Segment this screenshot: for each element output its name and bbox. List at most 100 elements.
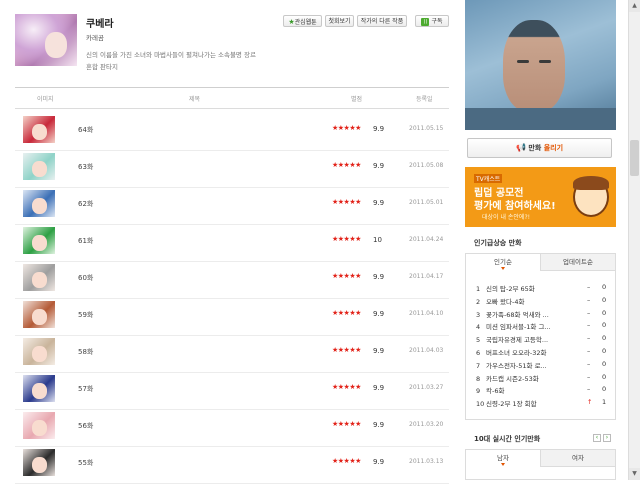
rating-stars: ★★★★★ <box>332 161 361 169</box>
list-item[interactable]: 2 오빠 왔다-4화 <box>476 296 524 306</box>
episode-title[interactable]: 61화 <box>78 236 93 246</box>
rating-stars: ★★★★★ <box>332 124 361 132</box>
table-row[interactable]: 60화 ★★★★★ 9.9 2011.04.17 <box>15 261 449 299</box>
rank-delta: 0 <box>602 347 607 355</box>
list-item[interactable]: 6 버프소녀 오오라-32화 <box>476 347 547 357</box>
rank-number: 10 <box>476 400 485 409</box>
table-row[interactable]: 62화 ★★★★★ 9.9 2011.05.01 <box>15 187 449 225</box>
banner-line-3: 대상이 내 손안에?! <box>482 214 531 221</box>
rising-panel: 인기순 업데이트순 1 신의 탑-2부 65화 – 0 2 오빠 왔다-4화 – 0 3 꽃가족-… <box>465 253 616 420</box>
first-episode-button[interactable]: 첫회보기 <box>325 15 354 27</box>
rank-number: 5 <box>476 336 481 345</box>
rank-title[interactable]: 신의 탑-2부 65화 <box>486 285 535 293</box>
rank-same-icon: – <box>587 385 591 394</box>
realtime-box-title: 10대 실시간 인기만화 <box>474 435 541 443</box>
scroll-thumb[interactable] <box>630 140 639 176</box>
comic-title: 쿠베라 <box>86 19 114 30</box>
advertisement-photo[interactable] <box>465 0 616 130</box>
tab-male[interactable]: 남자 <box>466 450 541 467</box>
rank-title[interactable]: 꽃가족-68화 억새와 ... <box>486 311 549 319</box>
episode-thumbnail[interactable] <box>23 153 55 180</box>
episode-thumbnail[interactable] <box>23 375 55 402</box>
rating-stars: ★★★★★ <box>332 198 361 206</box>
episode-table-header: 이미지 제목 별점 등록일 <box>15 87 449 109</box>
episode-title[interactable]: 62화 <box>78 199 93 209</box>
episode-thumbnail[interactable] <box>23 301 55 328</box>
episode-title[interactable]: 59화 <box>78 310 93 320</box>
episode-date: 2011.03.13 <box>409 458 444 465</box>
rank-delta: 0 <box>602 308 607 317</box>
episode-title[interactable]: 57화 <box>78 384 93 394</box>
contest-banner[interactable]: TV캐스트 립덥 공모전 평가에 참여하세요! 대상이 내 손안에?! <box>465 167 616 227</box>
next-arrow-icon[interactable]: › <box>603 434 611 442</box>
list-item[interactable]: 9 칵-6화 <box>476 385 504 395</box>
episode-title[interactable]: 60화 <box>78 273 93 283</box>
tab-popular[interactable]: 인기순 <box>466 254 541 271</box>
episode-thumbnail[interactable] <box>23 338 55 365</box>
rating-stars: ★★★★★ <box>332 309 361 317</box>
rank-title[interactable]: 가우스전자-51화 로... <box>486 362 547 370</box>
rank-title[interactable]: 버프소녀 오오라-32화 <box>486 349 547 357</box>
rank-same-icon: – <box>587 359 591 368</box>
rating-stars: ★★★★★ <box>332 420 361 428</box>
rank-title[interactable]: 신령-2부 1장 회합 <box>486 400 537 408</box>
other-works-button[interactable]: 작가의 다른 작품 <box>357 15 407 27</box>
rating-stars: ★★★★★ <box>332 235 361 243</box>
list-item[interactable]: 4 미션 임파서블-1화 그... <box>476 321 551 331</box>
comic-author[interactable]: 카레곰 <box>86 32 104 42</box>
rating-score: 9.9 <box>373 162 385 170</box>
episode-thumbnail[interactable] <box>23 412 55 439</box>
episode-title[interactable]: 56화 <box>78 421 93 431</box>
rank-number: 3 <box>476 310 481 319</box>
banner-tag: TV캐스트 <box>474 174 503 183</box>
list-item[interactable]: 5 국립자유경제 고등학... <box>476 334 548 344</box>
rank-number: 9 <box>476 387 481 396</box>
episode-thumbnail[interactable] <box>23 116 55 143</box>
favorite-button[interactable]: ★관심웹툰 <box>283 15 322 27</box>
episode-date: 2011.05.08 <box>409 162 444 169</box>
table-row[interactable]: 64화 ★★★★★ 9.9 2011.05.15 <box>15 113 449 151</box>
rank-title[interactable]: 칵-6화 <box>486 387 504 395</box>
list-item[interactable]: 7 가우스전자-51화 로... <box>476 360 547 370</box>
table-row[interactable]: 59화 ★★★★★ 9.9 2011.04.10 <box>15 298 449 336</box>
table-row[interactable]: 58화 ★★★★★ 9.9 2011.04.03 <box>15 335 449 373</box>
table-row[interactable]: 56화 ★★★★★ 9.9 2011.03.20 <box>15 409 449 447</box>
list-item[interactable]: 3 꽃가족-68화 억새와 ... <box>476 309 549 319</box>
episode-thumbnail[interactable] <box>23 264 55 291</box>
tab-updated[interactable]: 업데이트순 <box>541 254 615 271</box>
subscribe-button[interactable]: )) 구독 <box>415 15 449 27</box>
episode-title[interactable]: 63화 <box>78 162 93 172</box>
tab-female[interactable]: 여자 <box>541 450 615 467</box>
rank-same-icon: – <box>587 321 591 330</box>
table-row[interactable]: 61화 ★★★★★ 10 2011.04.24 <box>15 224 449 262</box>
episode-title[interactable]: 55화 <box>78 458 93 468</box>
rank-title[interactable]: 국립자유경제 고등학... <box>486 336 548 344</box>
rank-same-icon: – <box>587 347 591 355</box>
comic-cover-image[interactable] <box>15 14 77 66</box>
table-row[interactable]: 63화 ★★★★★ 9.9 2011.05.08 <box>15 150 449 188</box>
list-item[interactable]: 8 카드캡 시즌2-53화 <box>476 373 539 383</box>
list-item[interactable]: 10 신령-2부 1장 회합 <box>476 398 537 408</box>
episode-title[interactable]: 58화 <box>78 347 93 357</box>
episode-title[interactable]: 64화 <box>78 125 93 135</box>
scroll-up-icon[interactable]: ▲ <box>629 0 640 12</box>
rank-same-icon: – <box>587 308 591 317</box>
episode-date: 2011.05.01 <box>409 199 444 206</box>
prev-arrow-icon[interactable]: ‹ <box>593 434 601 442</box>
episode-date: 2011.05.15 <box>409 125 444 132</box>
episode-thumbnail[interactable] <box>23 227 55 254</box>
list-item[interactable]: 1 신의 탑-2부 65화 <box>476 283 535 293</box>
episode-thumbnail[interactable] <box>23 190 55 217</box>
megaphone-icon: 📢 <box>515 143 526 152</box>
rank-title[interactable]: 미션 임파서블-1화 그... <box>486 323 551 331</box>
page-scrollbar[interactable]: ▲ ▼ <box>628 0 640 480</box>
episode-thumbnail[interactable] <box>23 449 55 476</box>
scroll-down-icon[interactable]: ▼ <box>629 468 640 480</box>
rank-title[interactable]: 오빠 왔다-4화 <box>486 298 524 306</box>
table-row[interactable]: 57화 ★★★★★ 9.9 2011.03.27 <box>15 372 449 410</box>
upload-highlight: 올리기 <box>543 144 564 152</box>
rank-number: 2 <box>476 297 481 306</box>
table-row[interactable]: 55화 ★★★★★ 9.9 2011.03.13 <box>15 446 449 484</box>
upload-comic-button[interactable]: 📢 만화 올리기 <box>467 138 612 158</box>
rank-title[interactable]: 카드캡 시즌2-53화 <box>486 375 539 383</box>
